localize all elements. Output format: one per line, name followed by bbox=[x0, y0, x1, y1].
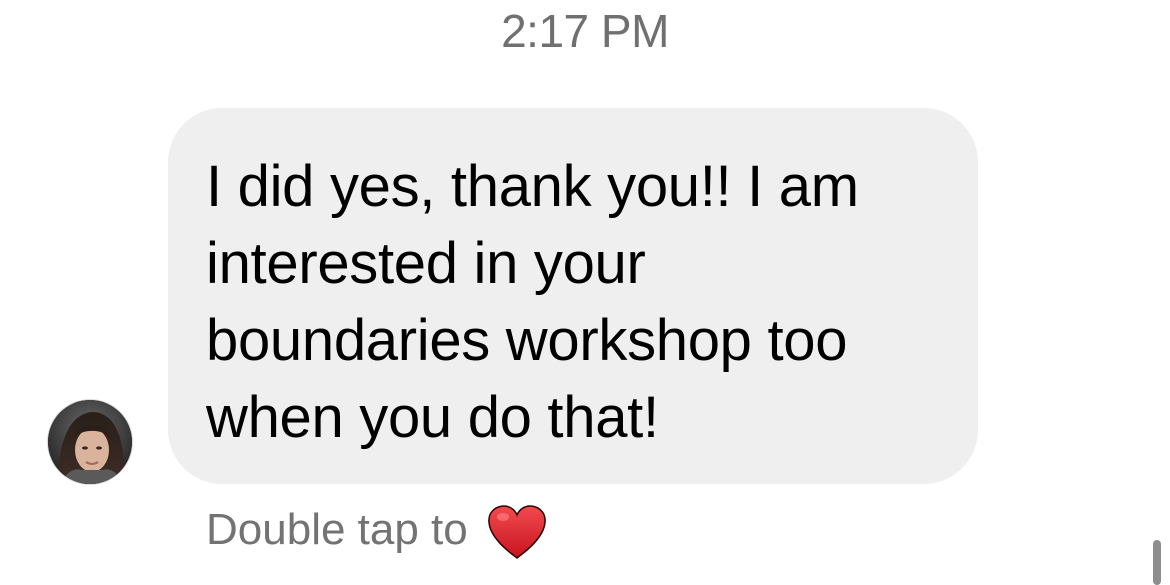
message-line: I did yes, thank you!! I am bbox=[206, 154, 859, 219]
double-tap-label: Double tap to bbox=[206, 505, 468, 554]
message-line: interested in your bbox=[206, 231, 646, 296]
message-row: I did yes, thank you!! I am interested i… bbox=[0, 108, 1170, 484]
message-bubble[interactable]: I did yes, thank you!! I am interested i… bbox=[168, 108, 978, 484]
message-line: when you do that! bbox=[206, 385, 659, 450]
message-text: I did yes, thank you!! I am interested i… bbox=[206, 148, 940, 456]
message-line: boundaries workshop too bbox=[206, 308, 848, 373]
avatar[interactable] bbox=[48, 400, 132, 484]
avatar-photo bbox=[48, 400, 132, 484]
double-tap-hint: Double tap to bbox=[206, 500, 548, 560]
heart-icon[interactable] bbox=[486, 504, 548, 560]
scrollbar[interactable] bbox=[1153, 540, 1161, 585]
message-timestamp: 2:17 PM bbox=[501, 5, 669, 57]
